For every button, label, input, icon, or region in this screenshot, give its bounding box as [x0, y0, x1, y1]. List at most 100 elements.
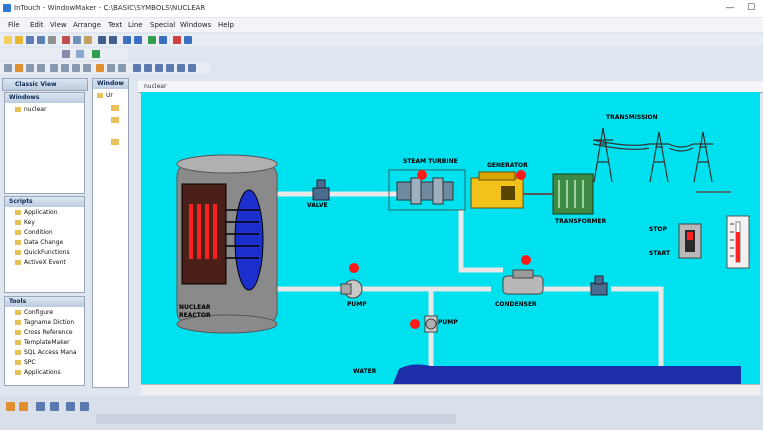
menu-arrange[interactable]: Arrange: [73, 21, 101, 29]
menu-edit[interactable]: Edit: [30, 21, 44, 29]
underline-icon[interactable]: [37, 64, 45, 72]
wizard-icon[interactable]: [92, 50, 100, 58]
tool-item-tagname-dictionary[interactable]: Tagname Diction: [15, 319, 74, 326]
menu-file[interactable]: File: [8, 21, 20, 29]
label-transformer: TRANSFORMER: [555, 218, 607, 225]
runtime-icon[interactable]: [148, 36, 156, 44]
script-icon: [15, 230, 21, 235]
italic-icon[interactable]: [26, 64, 34, 72]
maximize-button[interactable]: ☐: [743, 3, 759, 13]
fuel-rod: [197, 204, 201, 259]
menu-line[interactable]: Line: [128, 21, 143, 29]
zoom-icon[interactable]: [173, 36, 181, 44]
copy-icon[interactable]: [73, 36, 81, 44]
label-pump-2: PUMP: [438, 319, 458, 326]
align-center-icon[interactable]: [83, 64, 91, 72]
new-icon[interactable]: [4, 36, 12, 44]
brush-icon[interactable]: [188, 64, 196, 72]
folder-icon[interactable]: [111, 139, 119, 145]
window-list-item[interactable]: Ur: [97, 92, 113, 99]
pointer-icon[interactable]: [62, 50, 70, 58]
scripts-section-header[interactable]: Scripts: [5, 197, 84, 207]
tool-tab-icon[interactable]: [80, 402, 89, 411]
menu-special[interactable]: Special: [150, 21, 175, 29]
project-view-tab-icon[interactable]: [19, 402, 28, 411]
paint-icon[interactable]: [166, 64, 174, 72]
print-icon[interactable]: [48, 36, 56, 44]
scripts-header-label: Scripts: [9, 198, 33, 205]
window-title: InTouch - WindowMaker - C:\BASIC\SYMBOLS…: [14, 4, 206, 12]
redo-icon[interactable]: [109, 36, 117, 44]
align-left-icon[interactable]: [72, 64, 80, 72]
align-icon[interactable]: [184, 36, 192, 44]
script-item-data-change[interactable]: Data Change: [15, 239, 63, 246]
pencil-icon[interactable]: [133, 64, 141, 72]
script-item-quickfunctions[interactable]: QuickFunctions: [15, 249, 70, 256]
fuel-rod: [189, 204, 193, 259]
bold-icon[interactable]: [15, 64, 23, 72]
script-item-activex-event[interactable]: ActiveX Event: [15, 259, 66, 266]
folder-icon[interactable]: [111, 117, 119, 123]
menu-text[interactable]: Text: [108, 21, 122, 29]
windows-section-header[interactable]: Windows: [5, 93, 84, 103]
classic-view-tab-icon[interactable]: [6, 402, 15, 411]
script-item-key[interactable]: Key: [15, 219, 35, 226]
menu-view[interactable]: View: [50, 21, 67, 29]
label-transmission: TRANSMISSION: [606, 114, 658, 121]
window-item-label: nuclear: [24, 106, 47, 113]
cut-icon[interactable]: [62, 36, 70, 44]
text-icon[interactable]: [155, 64, 163, 72]
stop-start-switch: [678, 223, 702, 259]
tool-item-label: Cross Reference: [24, 329, 73, 336]
label-reactor: NUCLEAR REACTOR: [179, 304, 211, 319]
tool-item-configure[interactable]: Configure: [15, 309, 53, 316]
script-item-application[interactable]: Application: [15, 209, 58, 216]
script-tab-icon[interactable]: [50, 402, 59, 411]
window-list-header: Window: [93, 79, 128, 89]
snap-icon[interactable]: [134, 36, 142, 44]
tool-item-label: SQL Access Mana: [24, 349, 77, 356]
save-all-icon[interactable]: [37, 36, 45, 44]
save-icon[interactable]: [26, 36, 34, 44]
text-color-icon[interactable]: [118, 64, 126, 72]
window-icon[interactable]: [159, 36, 167, 44]
pump-1: [340, 279, 363, 299]
grid-icon[interactable]: [123, 36, 131, 44]
process-diagram: [176, 127, 750, 384]
script-item-condition[interactable]: Condition: [15, 229, 53, 236]
window-item-nuclear[interactable]: nuclear: [15, 106, 46, 113]
menu-windows[interactable]: Windows: [180, 21, 211, 29]
paste-icon[interactable]: [84, 36, 92, 44]
pump-1-indicator: [349, 263, 359, 273]
draw-icon[interactable]: [76, 50, 84, 58]
window-tab-icon[interactable]: [36, 402, 45, 411]
tool-item-sql-access[interactable]: SQL Access Mana: [15, 349, 77, 356]
fill-color-icon[interactable]: [96, 64, 104, 72]
fuel-rod: [213, 204, 217, 259]
folder-icon[interactable]: [111, 105, 119, 111]
rotate-icon[interactable]: [50, 64, 58, 72]
menu-help[interactable]: Help: [218, 21, 234, 29]
tool-item-label: Configure: [24, 309, 54, 316]
toolbar-standard: [0, 34, 763, 46]
menu-bar: File Edit View Arrange Text Line Special…: [0, 18, 763, 32]
line-style-icon[interactable]: [177, 64, 185, 72]
flip-icon[interactable]: [61, 64, 69, 72]
tool-item-cross-reference[interactable]: Cross Reference: [15, 329, 73, 336]
condenser-indicator: [521, 255, 531, 265]
open-icon[interactable]: [15, 36, 23, 44]
minimize-button[interactable]: —: [722, 3, 738, 13]
font-icon[interactable]: [144, 64, 152, 72]
tools-section-header[interactable]: Tools: [5, 297, 84, 307]
tool-item-templatemaker[interactable]: TemplateMaker: [15, 339, 70, 346]
script-item-label: Application: [24, 209, 58, 216]
tool-item-applications[interactable]: Applications: [15, 369, 61, 376]
horizontal-scrollbar[interactable]: [141, 384, 760, 395]
process-canvas[interactable]: TRANSMISSION STEAM TURBINE GENERATOR VAL…: [141, 92, 760, 384]
tool-item-spc[interactable]: SPC: [15, 359, 36, 366]
select-icon[interactable]: [4, 64, 12, 72]
label-steam-turbine: STEAM TURBINE: [403, 158, 458, 165]
grid-tab-icon[interactable]: [66, 402, 75, 411]
line-color-icon[interactable]: [107, 64, 115, 72]
undo-icon[interactable]: [98, 36, 106, 44]
